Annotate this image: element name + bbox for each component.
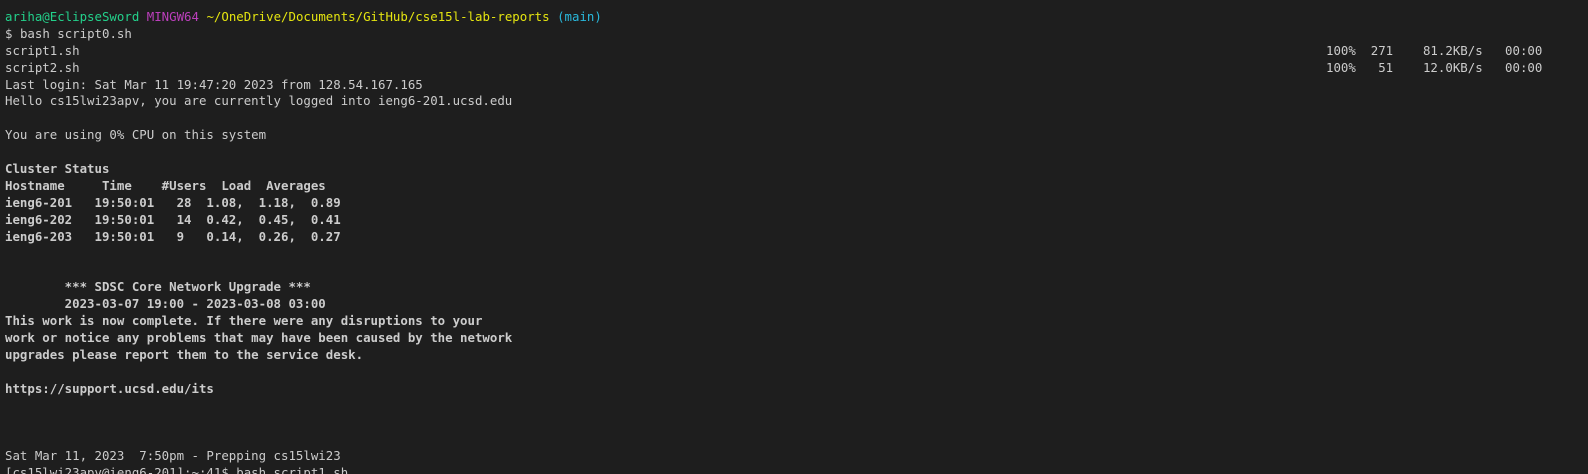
terminal[interactable]: ariha@EclipseSword MINGW64 ~/OneDrive/Do… [0,0,1588,474]
hello-line: Hello cs15lwi23apv, you are currently lo… [5,93,513,109]
notice-body-line: This work is now complete. If there were… [5,313,483,329]
prompt-symbol: $ [5,25,13,41]
cluster-row: ieng6-203 19:50:01 9 0.14, 0.26, 0.27 [5,228,341,244]
cluster-header: Hostname Time #Users Load Averages [5,177,326,193]
prepping-line: Sat Mar 11, 2023 7:50pm - Prepping cs15l… [5,448,341,464]
notice-dates: 2023-03-07 19:00 - 2023-03-08 03:00 [5,296,326,312]
transfer-file: script2.sh [5,59,80,75]
transfer-stats: 100% 271 81.2KB/s 00:00 [1326,42,1543,58]
prompt-branch: (main) [557,9,602,24]
prompt-user-host: ariha@EclipseSword [5,9,140,24]
transfer-file: script1.sh [5,42,80,58]
prompt-path: ~/OneDrive/Documents/GitHub/cse15l-lab-r… [206,9,550,24]
notice-body-line: work or notice any problems that may hav… [5,329,513,345]
command-line: $ bash script0.sh [5,26,1588,43]
last-login-line: Last login: Sat Mar 11 19:47:20 2023 fro… [5,76,423,92]
transfer-row: script1.sh 100% 271 81.2KB/s 00:00 [5,43,1588,60]
prompt-line: ariha@EclipseSword MINGW64 ~/OneDrive/Do… [5,9,1588,26]
command-text: bash script0.sh [19,25,132,41]
cluster-title: Cluster Status [5,161,110,177]
notice-url: https://support.ucsd.edu/its [5,380,214,396]
cluster-row: ieng6-202 19:50:01 14 0.42, 0.45, 0.41 [5,211,341,227]
transfer-stats: 100% 51 12.0KB/s 00:00 [1326,59,1543,75]
transfer-row: script2.sh 100% 51 12.0KB/s 00:00 [5,60,1588,77]
prompt-shell: MINGW64 [146,9,199,24]
notice-body-line: upgrades please report them to the servi… [5,346,364,362]
cluster-row: ieng6-201 19:50:01 28 1.08, 1.18, 0.89 [5,194,341,210]
notice-title: *** SDSC Core Network Upgrade *** [5,279,311,295]
next-prompt-line: [cs15lwi23apv@ieng6-201]:~:41$ bash scri… [5,465,349,474]
cpu-line: You are using 0% CPU on this system [5,127,267,143]
